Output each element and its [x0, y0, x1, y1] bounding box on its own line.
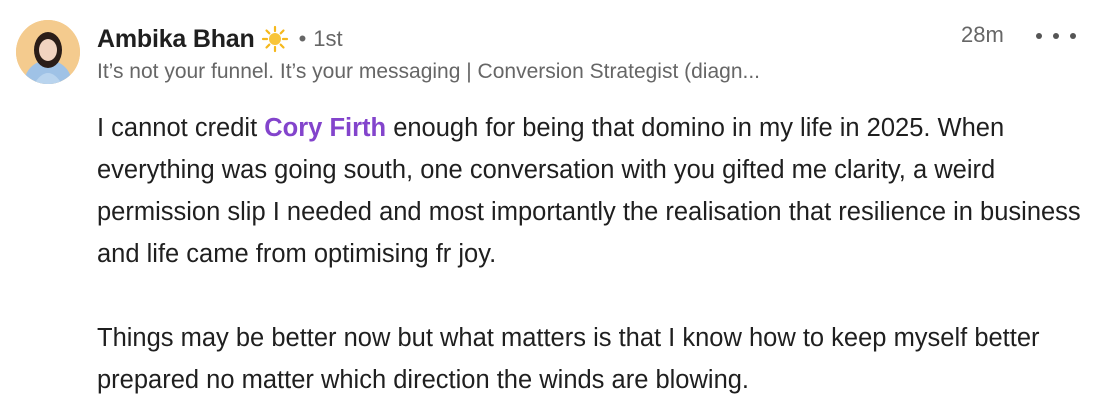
comment-paragraph-2: Things may be better now but what matter…: [97, 324, 1040, 394]
comment-paragraph-1: I cannot credit Cory Firth enough for be…: [97, 107, 1087, 275]
comment-body: I cannot credit Cory Firth enough for be…: [97, 107, 1087, 401]
avatar[interactable]: [16, 20, 80, 84]
sun-icon: [261, 25, 289, 53]
ellipsis-icon-dot: [1036, 33, 1042, 39]
ellipsis-icon-dot: [1070, 33, 1076, 39]
author-row: Ambika Bhan • 1st: [97, 22, 343, 56]
mention-link[interactable]: Cory Firth: [264, 114, 386, 142]
author-headline: It’s not your funnel. It’s your messagin…: [97, 60, 761, 83]
more-options-button[interactable]: [1036, 22, 1076, 50]
connection-degree: • 1st: [299, 26, 343, 52]
degree-separator: •: [298, 26, 307, 51]
paragraph-1-start: I cannot credit: [97, 114, 265, 142]
comment-card: Ambika Bhan •1st It’s not your funnel.: [0, 0, 1108, 404]
author-name[interactable]: Ambika Bhan: [97, 25, 255, 54]
ellipsis-icon-dot: [1053, 33, 1059, 39]
avatar-photo: [16, 20, 80, 84]
degree-label: 1st: [313, 26, 343, 51]
timestamp: 28m: [961, 22, 1004, 47]
